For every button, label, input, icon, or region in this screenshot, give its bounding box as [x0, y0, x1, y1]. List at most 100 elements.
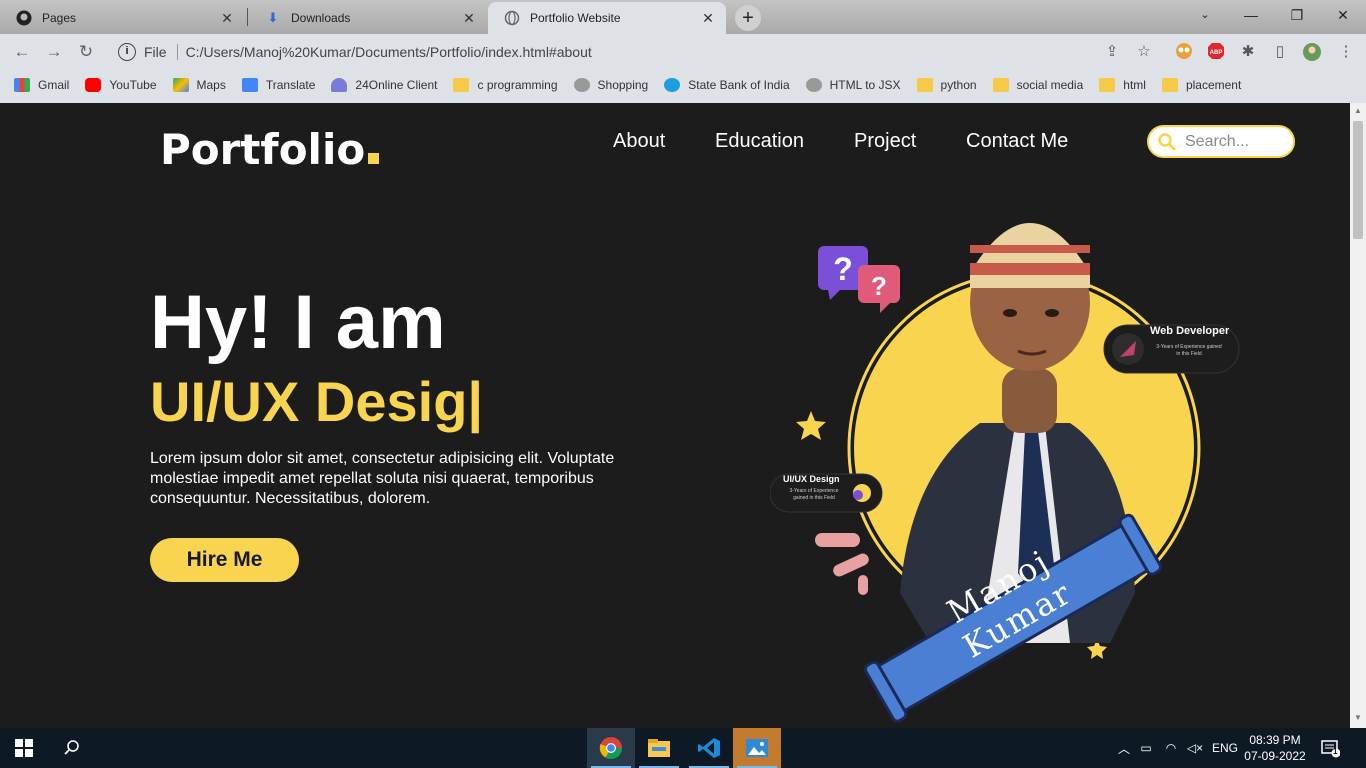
- system-tray: ︿ ▭ ◠ ◁× ENG: [1115, 728, 1243, 768]
- tab-downloads[interactable]: ⬇ Downloads ✕: [249, 2, 487, 34]
- windows-icon: [15, 739, 33, 757]
- owl-extension-icon[interactable]: [1174, 42, 1194, 62]
- address-bar[interactable]: i File C:/Users/Manoj%20Kumar/Documents/…: [106, 38, 1166, 66]
- close-icon[interactable]: ✕: [461, 10, 477, 26]
- tab-search-icon[interactable]: ⌄: [1182, 0, 1228, 30]
- extensions-icon[interactable]: ✱: [1238, 42, 1258, 62]
- bookmark-html[interactable]: html: [1099, 78, 1146, 92]
- restore-button[interactable]: ❐: [1274, 0, 1320, 30]
- search-icon: [64, 740, 79, 755]
- search-box[interactable]: [1147, 125, 1295, 158]
- hero-intro: Hy! I am: [150, 280, 446, 365]
- tab-divider: [247, 8, 248, 26]
- gmail-icon: [14, 78, 30, 92]
- browser-toolbar: ← → ↻ i File C:/Users/Manoj%20Kumar/Docu…: [0, 34, 1366, 70]
- info-icon[interactable]: i: [118, 43, 136, 61]
- minimize-button[interactable]: —: [1228, 0, 1274, 30]
- close-icon[interactable]: ✕: [700, 10, 716, 26]
- tab-title: Portfolio Website: [530, 11, 621, 25]
- close-icon[interactable]: ✕: [219, 10, 235, 26]
- decorative-rays: [815, 533, 869, 595]
- browser-chrome: Pages ✕ ⬇ Downloads ✕ Portfolio Website …: [0, 0, 1366, 103]
- github-icon: [16, 10, 32, 26]
- nav-about[interactable]: About: [613, 130, 665, 153]
- windows-taskbar: ︿ ▭ ◠ ◁× ENG 08:39 PM 07-09-2022 1: [0, 728, 1366, 768]
- scroll-down-icon[interactable]: ▼: [1354, 713, 1362, 722]
- url-text[interactable]: C:/Users/Manoj%20Kumar/Documents/Portfol…: [186, 44, 592, 60]
- bookmark-youtube[interactable]: YouTube: [85, 78, 157, 92]
- address-divider: [176, 44, 178, 60]
- globe-icon: [504, 10, 520, 26]
- bookmark-maps[interactable]: Maps: [172, 78, 226, 92]
- search-icon: [1157, 132, 1177, 152]
- back-button[interactable]: ←: [10, 40, 34, 64]
- vscode-icon: [698, 738, 720, 758]
- taskbar-chrome[interactable]: [587, 728, 635, 768]
- adblock-icon[interactable]: ABP: [1206, 42, 1226, 62]
- notification-center-button[interactable]: 1: [1320, 738, 1344, 758]
- hero-illustration: ? ?: [770, 223, 1240, 723]
- share-icon[interactable]: ⇪: [1102, 42, 1122, 62]
- tab-portfolio[interactable]: Portfolio Website ✕: [488, 2, 726, 34]
- nav-contact-me[interactable]: Contact Me: [966, 130, 1068, 153]
- bookmark-placement[interactable]: placement: [1161, 78, 1241, 92]
- system-clock[interactable]: 08:39 PM 07-09-2022: [1240, 732, 1310, 764]
- menu-icon[interactable]: ⋮: [1336, 42, 1356, 62]
- search-input[interactable]: [1185, 132, 1285, 151]
- side-panel-icon[interactable]: ▯: [1270, 42, 1290, 62]
- scroll-up-icon[interactable]: ▲: [1354, 106, 1362, 115]
- bookmarks-bar: Gmail YouTube Maps Translate 24Online Cl…: [0, 70, 1366, 100]
- wifi-icon[interactable]: ◠: [1159, 741, 1183, 755]
- close-window-button[interactable]: ✕: [1320, 0, 1366, 30]
- maps-icon: [172, 78, 189, 92]
- site-logo[interactable]: Portfolio: [160, 125, 380, 174]
- page-scrollbar[interactable]: ▲ ▼: [1350, 103, 1366, 728]
- start-button[interactable]: [0, 728, 48, 768]
- chevron-up-icon[interactable]: ︿: [1115, 740, 1133, 757]
- volume-muted-icon[interactable]: ◁×: [1183, 741, 1207, 755]
- folder-icon: [1099, 78, 1116, 92]
- tab-title: Pages: [42, 11, 77, 25]
- taskbar-file-explorer[interactable]: [635, 728, 683, 768]
- scroll-thumb[interactable]: [1353, 121, 1363, 239]
- tab-pages[interactable]: Pages ✕: [0, 2, 245, 34]
- bookmark-social-media[interactable]: social media: [992, 78, 1083, 92]
- taskbar-photos[interactable]: [733, 728, 781, 768]
- scheme-label: File: [144, 44, 167, 60]
- translate-icon: [241, 78, 258, 92]
- bookmark-python[interactable]: python: [916, 78, 977, 92]
- svg-text:ABP: ABP: [1210, 50, 1223, 56]
- clock-time: 08:39 PM: [1249, 733, 1301, 747]
- hero-description: Lorem ipsum dolor sit amet, consectetur …: [150, 450, 615, 507]
- bookmark-c-programming[interactable]: c programming: [453, 78, 558, 92]
- globe-icon: [805, 78, 822, 92]
- taskbar-search-button[interactable]: [48, 728, 96, 768]
- ui-ux-sub: 3-Years of Experience gained in this Fie…: [789, 488, 839, 501]
- file-explorer-icon: [648, 739, 670, 757]
- taskbar-vscode[interactable]: [685, 728, 733, 768]
- folder-icon: [916, 78, 933, 92]
- folder-icon: [1161, 78, 1178, 92]
- new-tab-button[interactable]: +: [735, 5, 761, 31]
- hire-me-button[interactable]: Hire Me: [150, 538, 299, 582]
- language-indicator[interactable]: ENG: [1207, 741, 1243, 755]
- bookmark-html-to-jsx[interactable]: HTML to JSX: [805, 78, 901, 92]
- svg-text:?: ?: [833, 251, 853, 287]
- clock-date: 07-09-2022: [1244, 749, 1306, 763]
- forward-button[interactable]: →: [42, 40, 66, 64]
- logo-dot: [368, 153, 380, 164]
- battery-icon[interactable]: ▭: [1133, 741, 1159, 755]
- bookmark-star-icon[interactable]: ☆: [1134, 42, 1154, 62]
- web-developer-sub: 3-Years of Experience gained in this Fie…: [1156, 344, 1222, 357]
- web-developer-title: Web Developer: [1150, 325, 1230, 337]
- avatar[interactable]: [1302, 42, 1322, 62]
- nav-education[interactable]: Education: [715, 130, 804, 153]
- nav-project[interactable]: Project: [854, 130, 916, 153]
- bookmark-24online[interactable]: 24Online Client: [331, 78, 437, 92]
- hero-role: UI/UX Desig|: [150, 370, 484, 433]
- bookmark-gmail[interactable]: Gmail: [14, 78, 69, 92]
- bookmark-translate[interactable]: Translate: [241, 78, 315, 92]
- reload-button[interactable]: ↻: [74, 40, 98, 64]
- bookmark-shopping[interactable]: Shopping: [573, 78, 648, 92]
- bookmark-sbi[interactable]: State Bank of India: [664, 78, 790, 92]
